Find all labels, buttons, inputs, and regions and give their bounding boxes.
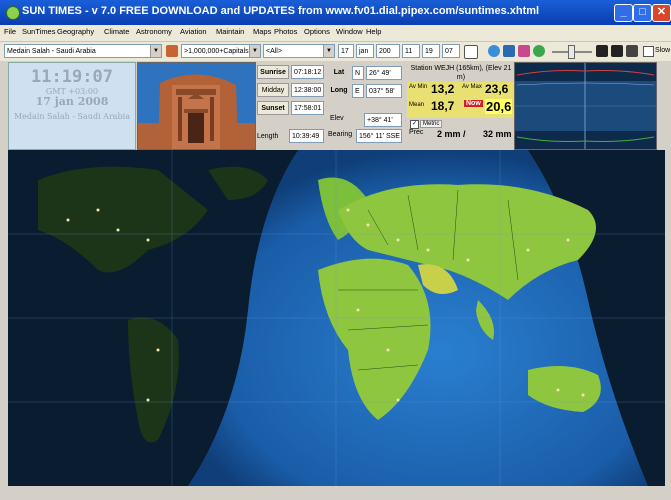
menu-astronomy[interactable]: Astronomy	[136, 27, 172, 36]
menu-photos[interactable]: Photos	[274, 27, 297, 36]
long-hemisphere[interactable]: E	[352, 84, 364, 98]
maximize-button[interactable]: □	[633, 4, 652, 22]
book2-icon[interactable]	[611, 45, 623, 57]
chevron-down-icon: ▼	[150, 45, 161, 57]
minute-field[interactable]: 19	[422, 44, 440, 58]
menu-geography[interactable]: Geography	[57, 27, 94, 36]
menu-bar: File SunTimes Geography Climate Astronom…	[0, 25, 671, 42]
station-header: Station WEJH (165km), (Elev 21 m)	[410, 65, 512, 81]
chevron-down-icon: ▼	[249, 45, 260, 57]
minimize-button[interactable]: _	[614, 4, 633, 22]
prec-value-annual: 32 mm	[483, 129, 512, 139]
long-label: Long	[330, 87, 348, 94]
day-field[interactable]: 17	[338, 44, 354, 58]
bearing-value: 156° 11' SSE	[356, 129, 402, 143]
prec-value: 2 mm /	[437, 129, 466, 139]
photo-icon[interactable]	[518, 45, 530, 57]
elev-value: +38° 41'	[364, 113, 402, 127]
midday-value: 12:38:00	[291, 83, 324, 97]
map-icon[interactable]	[503, 45, 515, 57]
menu-options[interactable]: Options	[304, 27, 330, 36]
status-bar	[0, 486, 671, 500]
second-field[interactable]: 07	[442, 44, 460, 58]
daylight-graph	[514, 62, 657, 150]
clock-display: 11:19:07 GMT +03:00 17 jan 2008 Medain S…	[8, 62, 136, 150]
book-icon[interactable]	[596, 45, 608, 57]
menu-file[interactable]: File	[4, 27, 16, 36]
speed-slider-thumb[interactable]	[568, 45, 575, 59]
long-value[interactable]: 037° 58'	[366, 84, 402, 98]
metric-label: Metric	[420, 120, 443, 128]
slow-label: Slow	[655, 47, 671, 54]
close-button[interactable]: ✕	[652, 4, 671, 22]
lat-label: Lat	[333, 69, 345, 76]
region-filter-select[interactable]: <All> ▼	[263, 44, 335, 58]
year-field[interactable]: 200	[376, 44, 400, 58]
mean-value: 18,7	[431, 99, 455, 113]
station-panel: Station WEJH (165km), (Elev 21 m) Av Min…	[407, 62, 515, 148]
lat-value[interactable]: 26° 49'	[366, 66, 402, 80]
location-photo	[137, 62, 256, 150]
sunrise-value: 07:18:12	[291, 65, 324, 79]
menu-maps[interactable]: Maps	[253, 27, 271, 36]
av-min-label: Av Min	[409, 84, 428, 90]
av-max-value: 23,6	[485, 82, 509, 96]
location-select[interactable]: Medain Salah - Saudi Arabia ▼	[4, 44, 162, 58]
length-label: Length	[257, 133, 279, 140]
title-bar: SUN TIMES - v 7.0 FREE DOWNLOAD and UPDA…	[0, 0, 671, 25]
clock-place: Medain Salah - Saudi Arabia	[13, 112, 131, 121]
menu-maintain[interactable]: Maintain	[216, 27, 244, 36]
sunset-value: 17:58:01	[291, 101, 324, 115]
app-sun-icon	[6, 6, 20, 20]
av-min-value: 13,2	[431, 82, 455, 96]
av-max-label: Av Max	[462, 84, 482, 90]
midday-label: Midday	[257, 83, 289, 97]
hour-field[interactable]: 11	[402, 44, 420, 58]
globe-icon[interactable]	[488, 45, 500, 57]
earth-icon[interactable]	[533, 45, 545, 57]
menu-climate[interactable]: Climate	[104, 27, 129, 36]
menu-help[interactable]: Help	[366, 27, 381, 36]
home-icon[interactable]	[166, 45, 178, 57]
population-filter-value: >1,000,000+Capitals	[184, 48, 249, 55]
world-map[interactable]	[8, 150, 665, 486]
bearing-label: Bearing	[328, 131, 353, 138]
month-field[interactable]: jan	[356, 44, 374, 58]
metric-checkbox[interactable]: ✓	[410, 120, 419, 129]
now-label: Now	[464, 100, 483, 107]
chevron-down-icon: ▼	[323, 45, 334, 57]
now-value: 20,6	[485, 99, 513, 114]
clock-icon[interactable]	[464, 45, 478, 59]
slow-checkbox[interactable]	[643, 46, 654, 57]
region-filter-value: <All>	[266, 48, 282, 55]
elev-label: Elev	[330, 115, 344, 122]
sunset-label: Sunset	[257, 101, 289, 115]
menu-suntimes[interactable]: SunTimes	[22, 27, 55, 36]
toolbar: Medain Salah - Saudi Arabia ▼ >1,000,000…	[0, 42, 671, 61]
menu-aviation[interactable]: Aviation	[180, 27, 207, 36]
mean-label: Mean	[409, 102, 425, 108]
length-value: 10:39:49	[289, 129, 324, 143]
prec-label: Prec	[409, 129, 424, 136]
clock-time: 11:19:07	[31, 67, 113, 87]
compass-icon[interactable]	[626, 45, 638, 57]
location-select-value: Medain Salah - Saudi Arabia	[7, 48, 96, 55]
clock-date: 17 jan 2008	[35, 95, 109, 108]
population-filter-select[interactable]: >1,000,000+Capitals ▼	[181, 44, 261, 58]
window-title: SUN TIMES - v 7.0 FREE DOWNLOAD and UPDA…	[22, 5, 540, 17]
sunrise-label: Sunrise	[257, 65, 289, 79]
menu-window[interactable]: Window	[336, 27, 363, 36]
lat-hemisphere[interactable]: N	[352, 66, 364, 80]
